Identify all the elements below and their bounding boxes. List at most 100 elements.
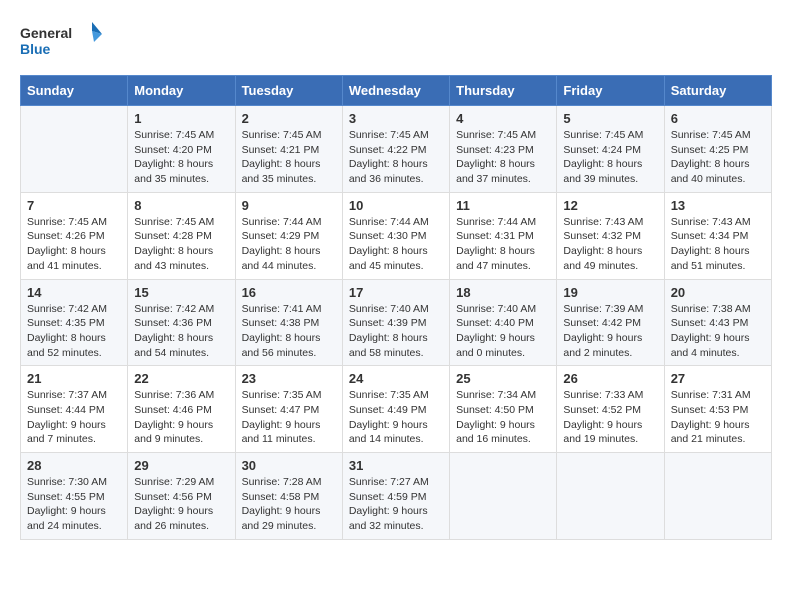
day-number: 7: [27, 198, 121, 213]
day-info: Sunrise: 7:41 AMSunset: 4:38 PMDaylight:…: [242, 302, 336, 361]
day-number: 2: [242, 111, 336, 126]
day-number: 9: [242, 198, 336, 213]
day-info: Sunrise: 7:31 AMSunset: 4:53 PMDaylight:…: [671, 388, 765, 447]
calendar-cell: 4 Sunrise: 7:45 AMSunset: 4:23 PMDaylight…: [450, 106, 557, 193]
calendar-cell: 13 Sunrise: 7:43 AMSunset: 4:34 PMDayligh…: [664, 192, 771, 279]
calendar-cell: 10 Sunrise: 7:44 AMSunset: 4:30 PMDayligh…: [342, 192, 449, 279]
calendar-week-row: 1 Sunrise: 7:45 AMSunset: 4:20 PMDaylight…: [21, 106, 772, 193]
logo: General Blue: [20, 20, 110, 60]
day-number: 16: [242, 285, 336, 300]
day-info: Sunrise: 7:34 AMSunset: 4:50 PMDaylight:…: [456, 388, 550, 447]
calendar-cell: 18 Sunrise: 7:40 AMSunset: 4:40 PMDayligh…: [450, 279, 557, 366]
day-info: Sunrise: 7:45 AMSunset: 4:28 PMDaylight:…: [134, 215, 228, 274]
calendar-cell: 26 Sunrise: 7:33 AMSunset: 4:52 PMDayligh…: [557, 366, 664, 453]
calendar-cell: 9 Sunrise: 7:44 AMSunset: 4:29 PMDaylight…: [235, 192, 342, 279]
day-number: 30: [242, 458, 336, 473]
day-number: 12: [563, 198, 657, 213]
day-info: Sunrise: 7:30 AMSunset: 4:55 PMDaylight:…: [27, 475, 121, 534]
day-number: 18: [456, 285, 550, 300]
day-number: 4: [456, 111, 550, 126]
calendar-cell: 20 Sunrise: 7:38 AMSunset: 4:43 PMDayligh…: [664, 279, 771, 366]
day-header-thursday: Thursday: [450, 76, 557, 106]
day-info: Sunrise: 7:44 AMSunset: 4:31 PMDaylight:…: [456, 215, 550, 274]
day-header-sunday: Sunday: [21, 76, 128, 106]
calendar-cell: 3 Sunrise: 7:45 AMSunset: 4:22 PMDaylight…: [342, 106, 449, 193]
day-info: Sunrise: 7:33 AMSunset: 4:52 PMDaylight:…: [563, 388, 657, 447]
day-info: Sunrise: 7:40 AMSunset: 4:40 PMDaylight:…: [456, 302, 550, 361]
logo-svg: General Blue: [20, 20, 110, 60]
day-header-monday: Monday: [128, 76, 235, 106]
day-info: Sunrise: 7:38 AMSunset: 4:43 PMDaylight:…: [671, 302, 765, 361]
calendar-cell: 6Sunrise: 7:45 AMSunset: 4:25 PMDaylight…: [664, 106, 771, 193]
calendar-cell: [450, 453, 557, 540]
calendar-cell: 29Sunrise: 7:29 AMSunset: 4:56 PMDayligh…: [128, 453, 235, 540]
day-number: 11: [456, 198, 550, 213]
calendar-cell: 12 Sunrise: 7:43 AMSunset: 4:32 PMDayligh…: [557, 192, 664, 279]
day-number: 21: [27, 371, 121, 386]
day-info: Sunrise: 7:45 AMSunset: 4:23 PMDaylight:…: [456, 128, 550, 187]
calendar-cell: 24 Sunrise: 7:35 AMSunset: 4:49 PMDayligh…: [342, 366, 449, 453]
day-info: Sunrise: 7:27 AMSunset: 4:59 PMDaylight:…: [349, 475, 443, 534]
day-number: 6: [671, 111, 765, 126]
calendar-header-row: SundayMondayTuesdayWednesdayThursdayFrid…: [21, 76, 772, 106]
calendar-week-row: 14Sunrise: 7:42 AMSunset: 4:35 PMDayligh…: [21, 279, 772, 366]
day-info: Sunrise: 7:45 AMSunset: 4:26 PMDaylight:…: [27, 215, 121, 274]
day-number: 8: [134, 198, 228, 213]
calendar-table: SundayMondayTuesdayWednesdayThursdayFrid…: [20, 75, 772, 540]
day-info: Sunrise: 7:45 AMSunset: 4:24 PMDaylight:…: [563, 128, 657, 187]
calendar-cell: 28 Sunrise: 7:30 AMSunset: 4:55 PMDayligh…: [21, 453, 128, 540]
calendar-cell: 31 Sunrise: 7:27 AMSunset: 4:59 PMDayligh…: [342, 453, 449, 540]
day-number: 22: [134, 371, 228, 386]
day-info: Sunrise: 7:35 AMSunset: 4:47 PMDaylight:…: [242, 388, 336, 447]
calendar-cell: 5Sunrise: 7:45 AMSunset: 4:24 PMDaylight…: [557, 106, 664, 193]
day-number: 26: [563, 371, 657, 386]
calendar-cell: [664, 453, 771, 540]
day-number: 17: [349, 285, 443, 300]
calendar-week-row: 7 Sunrise: 7:45 AMSunset: 4:26 PMDaylight…: [21, 192, 772, 279]
calendar-cell: 30 Sunrise: 7:28 AMSunset: 4:58 PMDayligh…: [235, 453, 342, 540]
day-info: Sunrise: 7:28 AMSunset: 4:58 PMDaylight:…: [242, 475, 336, 534]
day-number: 27: [671, 371, 765, 386]
day-number: 1: [134, 111, 228, 126]
day-number: 24: [349, 371, 443, 386]
day-number: 15: [134, 285, 228, 300]
calendar-cell: [21, 106, 128, 193]
day-info: Sunrise: 7:40 AMSunset: 4:39 PMDaylight:…: [349, 302, 443, 361]
calendar-cell: 22 Sunrise: 7:36 AMSunset: 4:46 PMDayligh…: [128, 366, 235, 453]
calendar-cell: 15Sunrise: 7:42 AMSunset: 4:36 PMDayligh…: [128, 279, 235, 366]
svg-text:Blue: Blue: [20, 41, 51, 57]
calendar-cell: 11 Sunrise: 7:44 AMSunset: 4:31 PMDayligh…: [450, 192, 557, 279]
day-header-wednesday: Wednesday: [342, 76, 449, 106]
day-number: 28: [27, 458, 121, 473]
day-number: 31: [349, 458, 443, 473]
day-info: Sunrise: 7:43 AMSunset: 4:32 PMDaylight:…: [563, 215, 657, 274]
day-info: Sunrise: 7:44 AMSunset: 4:30 PMDaylight:…: [349, 215, 443, 274]
day-info: Sunrise: 7:42 AMSunset: 4:35 PMDaylight:…: [27, 302, 121, 361]
day-info: Sunrise: 7:36 AMSunset: 4:46 PMDaylight:…: [134, 388, 228, 447]
day-number: 10: [349, 198, 443, 213]
calendar-cell: 21 Sunrise: 7:37 AMSunset: 4:44 PMDayligh…: [21, 366, 128, 453]
day-number: 3: [349, 111, 443, 126]
day-info: Sunrise: 7:43 AMSunset: 4:34 PMDaylight:…: [671, 215, 765, 274]
svg-text:General: General: [20, 25, 72, 41]
calendar-cell: 23Sunrise: 7:35 AMSunset: 4:47 PMDayligh…: [235, 366, 342, 453]
day-number: 29: [134, 458, 228, 473]
day-info: Sunrise: 7:35 AMSunset: 4:49 PMDaylight:…: [349, 388, 443, 447]
day-info: Sunrise: 7:37 AMSunset: 4:44 PMDaylight:…: [27, 388, 121, 447]
day-header-saturday: Saturday: [664, 76, 771, 106]
day-info: Sunrise: 7:45 AMSunset: 4:21 PMDaylight:…: [242, 128, 336, 187]
calendar-cell: 7 Sunrise: 7:45 AMSunset: 4:26 PMDaylight…: [21, 192, 128, 279]
day-header-tuesday: Tuesday: [235, 76, 342, 106]
day-info: Sunrise: 7:45 AMSunset: 4:20 PMDaylight:…: [134, 128, 228, 187]
calendar-cell: 27 Sunrise: 7:31 AMSunset: 4:53 PMDayligh…: [664, 366, 771, 453]
calendar-week-row: 28 Sunrise: 7:30 AMSunset: 4:55 PMDayligh…: [21, 453, 772, 540]
calendar-cell: 17 Sunrise: 7:40 AMSunset: 4:39 PMDayligh…: [342, 279, 449, 366]
day-number: 13: [671, 198, 765, 213]
day-info: Sunrise: 7:45 AMSunset: 4:22 PMDaylight:…: [349, 128, 443, 187]
header: General Blue: [20, 20, 772, 60]
day-number: 20: [671, 285, 765, 300]
day-info: Sunrise: 7:44 AMSunset: 4:29 PMDaylight:…: [242, 215, 336, 274]
calendar-cell: 16 Sunrise: 7:41 AMSunset: 4:38 PMDayligh…: [235, 279, 342, 366]
day-number: 19: [563, 285, 657, 300]
calendar-cell: [557, 453, 664, 540]
